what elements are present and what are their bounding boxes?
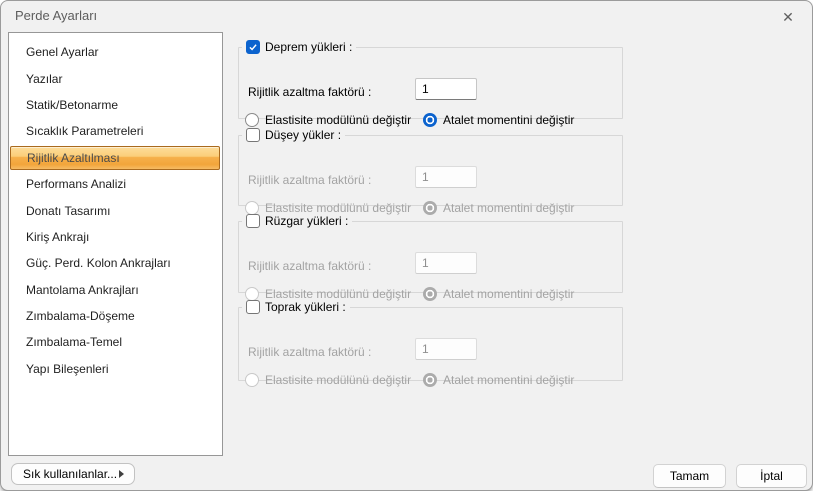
- radio-icon: [245, 373, 259, 387]
- close-icon: ✕: [782, 9, 794, 26]
- factor-label: Rijitlik azaltma faktörü :: [248, 259, 371, 273]
- radio-option-elastisite[interactable]: Elastisite modülünü değiştir: [245, 113, 411, 127]
- radio-option-atalet: Atalet momentini değiştir: [423, 287, 574, 301]
- checkbox-toprak-yukleri[interactable]: [246, 300, 260, 314]
- radio-label: Elastisite modülünü değiştir: [265, 287, 411, 301]
- radio-label: Atalet momentini değiştir: [443, 373, 574, 387]
- radio-option-elastisite: Elastisite modülünü değiştir: [245, 373, 411, 387]
- settings-category-list: Genel Ayarlar Yazılar Statik/Betonarme S…: [8, 32, 223, 456]
- factor-label: Rijitlik azaltma faktörü :: [248, 173, 371, 187]
- radio-label: Elastisite modülünü değiştir: [265, 113, 411, 127]
- radio-icon: [423, 201, 437, 215]
- close-button[interactable]: ✕: [774, 5, 802, 29]
- cancel-label: İptal: [760, 469, 783, 483]
- factor-input: [415, 338, 477, 360]
- group-dusey-yukler: Düşey yükler : Rijitlik azaltma faktörü …: [238, 128, 623, 206]
- radio-icon: [245, 113, 259, 127]
- sidebar-item-yapi-bilesenleri[interactable]: Yapı Bileşenleri: [9, 356, 222, 382]
- checkbox-ruzgar-yukleri[interactable]: [246, 214, 260, 228]
- sidebar-item-performans-analizi[interactable]: Performans Analizi: [9, 171, 222, 197]
- factor-input: [415, 166, 477, 188]
- ok-label: Tamam: [670, 469, 709, 483]
- radio-label: Atalet momentini değiştir: [443, 287, 574, 301]
- sidebar-item-mantolama-ankrajlari[interactable]: Mantolama Ankrajları: [9, 277, 222, 303]
- dialog-title: Perde Ayarları: [15, 1, 97, 31]
- radio-label: Atalet momentini değiştir: [443, 113, 574, 127]
- factor-label: Rijitlik azaltma faktörü :: [248, 345, 371, 359]
- sidebar-item-donati-tasarimi[interactable]: Donatı Tasarımı: [9, 197, 222, 223]
- sidebar-item-yazilar[interactable]: Yazılar: [9, 65, 222, 91]
- sidebar-item-genel-ayarlar[interactable]: Genel Ayarlar: [9, 39, 222, 65]
- group-title: Düşey yükler :: [265, 128, 341, 142]
- sidebar-item-sicaklik-parametreleri[interactable]: Sıcaklık Parametreleri: [9, 118, 222, 144]
- radio-option-atalet: Atalet momentini değiştir: [423, 373, 574, 387]
- group-ruzgar-yukleri: Rüzgar yükleri : Rijitlik azaltma faktör…: [238, 214, 623, 293]
- ok-button[interactable]: Tamam: [653, 464, 726, 488]
- radio-label: Atalet momentini değiştir: [443, 201, 574, 215]
- cancel-button[interactable]: İptal: [736, 464, 807, 488]
- arrow-right-icon: [119, 470, 124, 478]
- factor-input[interactable]: [415, 78, 477, 100]
- sidebar-item-kiris-ankraji[interactable]: Kiriş Ankrajı: [9, 224, 222, 250]
- radio-label: Elastisite modülünü değiştir: [265, 373, 411, 387]
- sidebar-item-zimbalama-temel[interactable]: Zımbalama-Temel: [9, 329, 222, 355]
- sidebar-item-guc-perd-kolon-ankrajlari[interactable]: Güç. Perd. Kolon Ankrajları: [9, 250, 222, 276]
- group-title: Toprak yükleri :: [265, 300, 346, 314]
- radio-option-atalet: Atalet momentini değiştir: [423, 201, 574, 215]
- group-title: Rüzgar yükleri :: [265, 214, 348, 228]
- favorites-button[interactable]: Sık kullanılanlar...: [11, 463, 135, 485]
- factor-input: [415, 252, 477, 274]
- radio-icon: [245, 201, 259, 215]
- checkbox-dusey-yukler[interactable]: [246, 128, 260, 142]
- radio-icon: [423, 373, 437, 387]
- radio-icon: [245, 287, 259, 301]
- favorites-label: Sık kullanılanlar...: [23, 467, 117, 481]
- group-title: Deprem yükleri :: [265, 40, 352, 54]
- titlebar: Perde Ayarları ✕: [1, 1, 812, 31]
- radio-option-elastisite: Elastisite modülünü değiştir: [245, 287, 411, 301]
- group-toprak-yukleri: Toprak yükleri : Rijitlik azaltma faktör…: [238, 300, 623, 381]
- perde-ayarlari-dialog: Perde Ayarları ✕ Genel Ayarlar Yazılar S…: [0, 0, 813, 491]
- check-icon: [248, 42, 258, 52]
- group-deprem-yukleri: Deprem yükleri : Rijitlik azaltma faktör…: [238, 40, 623, 119]
- radio-option-atalet[interactable]: Atalet momentini değiştir: [423, 113, 574, 127]
- sidebar-item-zimbalama-doseme[interactable]: Zımbalama-Döşeme: [9, 303, 222, 329]
- radio-icon: [423, 287, 437, 301]
- radio-label: Elastisite modülünü değiştir: [265, 201, 411, 215]
- radio-option-elastisite: Elastisite modülünü değiştir: [245, 201, 411, 215]
- checkbox-deprem-yukleri[interactable]: [246, 40, 260, 54]
- sidebar-item-statik-betonarme[interactable]: Statik/Betonarme: [9, 92, 222, 118]
- sidebar-item-rijitlik-azaltilmasi[interactable]: Rijitlik Azaltılması: [10, 146, 220, 170]
- radio-icon: [423, 113, 437, 127]
- factor-label: Rijitlik azaltma faktörü :: [248, 85, 371, 99]
